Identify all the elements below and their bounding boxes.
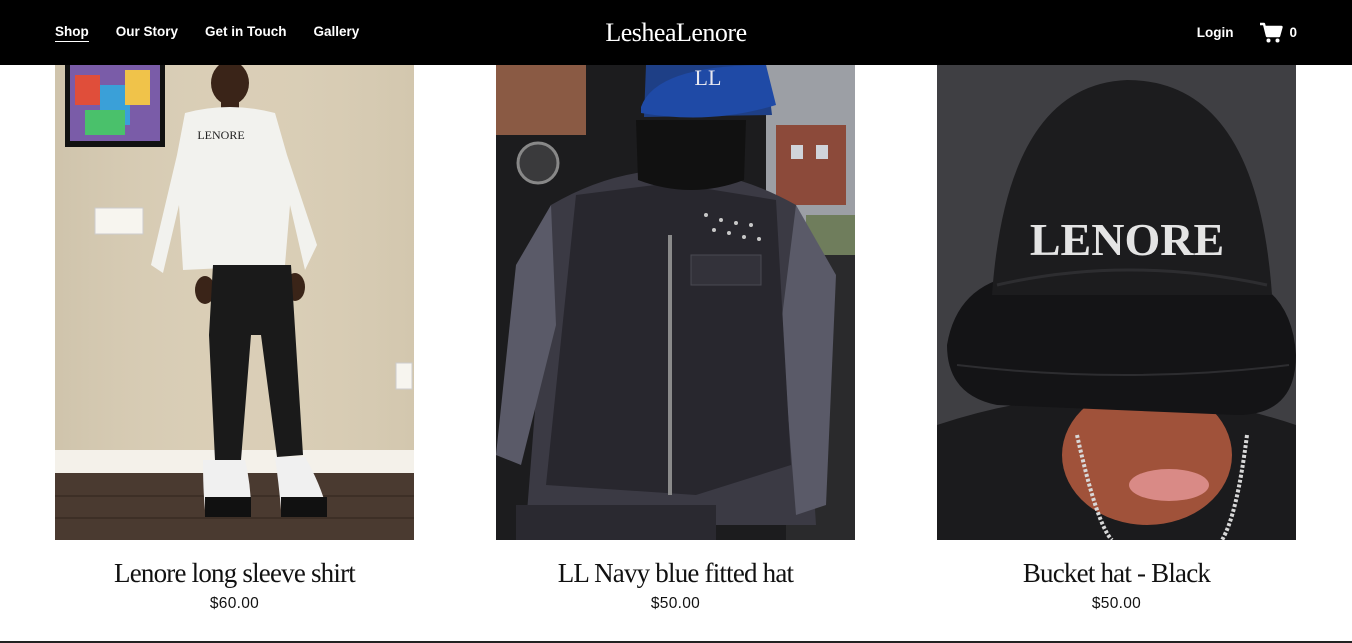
site-logo[interactable]: LesheaLenore <box>0 18 1352 48</box>
product-card[interactable]: LENORE Lenore long sleeve shirt $60.00 <box>55 65 414 613</box>
login-link[interactable]: Login <box>1197 25 1234 40</box>
cart-button[interactable]: 0 <box>1259 22 1297 44</box>
product-image[interactable]: LL <box>496 65 855 540</box>
hat-logo: LL <box>695 65 722 90</box>
shirt-print: LENORE <box>197 128 244 142</box>
site-header: Shop Our Story Get in Touch Gallery Lesh… <box>0 0 1352 65</box>
product-title[interactable]: Lenore long sleeve shirt <box>55 558 414 589</box>
cart-icon <box>1260 22 1284 42</box>
product-price: $50.00 <box>1091 595 1142 612</box>
product-price: $50.00 <box>650 595 701 612</box>
account-nav: Login 0 <box>1197 0 1297 65</box>
hat-embroidery: LENORE <box>1030 214 1224 265</box>
product-title[interactable]: LL Navy blue fitted hat <box>496 558 855 589</box>
product-title[interactable]: Bucket hat - Black <box>937 558 1296 589</box>
cart-count: 0 <box>1289 25 1297 40</box>
product-image[interactable]: LENORE <box>937 65 1296 540</box>
product-card[interactable]: LL LL Navy blue fitted hat $50.00 <box>496 65 855 613</box>
product-price: $60.00 <box>209 595 260 612</box>
product-card[interactable]: LENORE Bucket hat - Black $50.00 <box>937 65 1296 613</box>
product-image[interactable]: LENORE <box>55 65 414 540</box>
